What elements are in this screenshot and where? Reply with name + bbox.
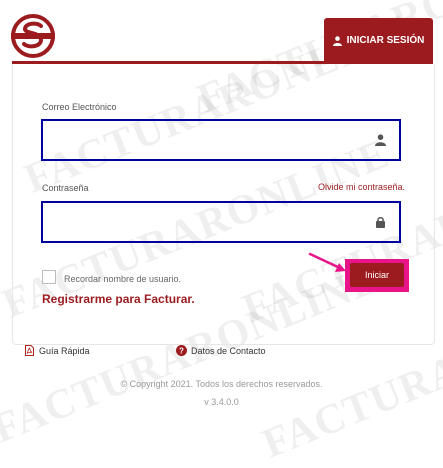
pdf-icon [25, 345, 34, 356]
copyright-text: © Copyright 2021. Todos los derechos res… [120, 379, 323, 389]
svg-text:?: ? [179, 347, 184, 356]
password-label: Contraseña [42, 183, 89, 193]
quick-guide-link[interactable]: Guía Rápida [24, 345, 90, 356]
password-field[interactable] [41, 201, 401, 243]
user-icon [332, 35, 342, 46]
pointer-arrow-icon [308, 252, 346, 272]
contact-link[interactable]: ? Datos de Contacto [176, 345, 266, 356]
tab-login[interactable]: INICIAR SESIÓN [324, 18, 433, 63]
contact-label: Datos de Contacto [191, 345, 266, 356]
version-text: v 3.4.0.0 [204, 397, 239, 407]
tab-login-label: INICIAR SESIÓN [346, 35, 425, 46]
company-logo [11, 14, 55, 58]
register-link[interactable]: Registrarme para Facturar. [42, 292, 195, 306]
forgot-password-link[interactable]: Olvide mi contraseña. [318, 182, 405, 192]
remember-label: Recordar nombre de usuario. [64, 274, 182, 284]
lock-icon [376, 217, 385, 228]
email-label: Correo Electrónico [42, 102, 117, 112]
email-field[interactable] [41, 119, 401, 161]
help-icon: ? [176, 345, 187, 356]
remember-checkbox[interactable] [42, 270, 56, 284]
user-icon [375, 134, 386, 146]
quick-guide-label: Guía Rápida [39, 345, 90, 356]
login-button[interactable]: Iniciar [350, 263, 404, 287]
